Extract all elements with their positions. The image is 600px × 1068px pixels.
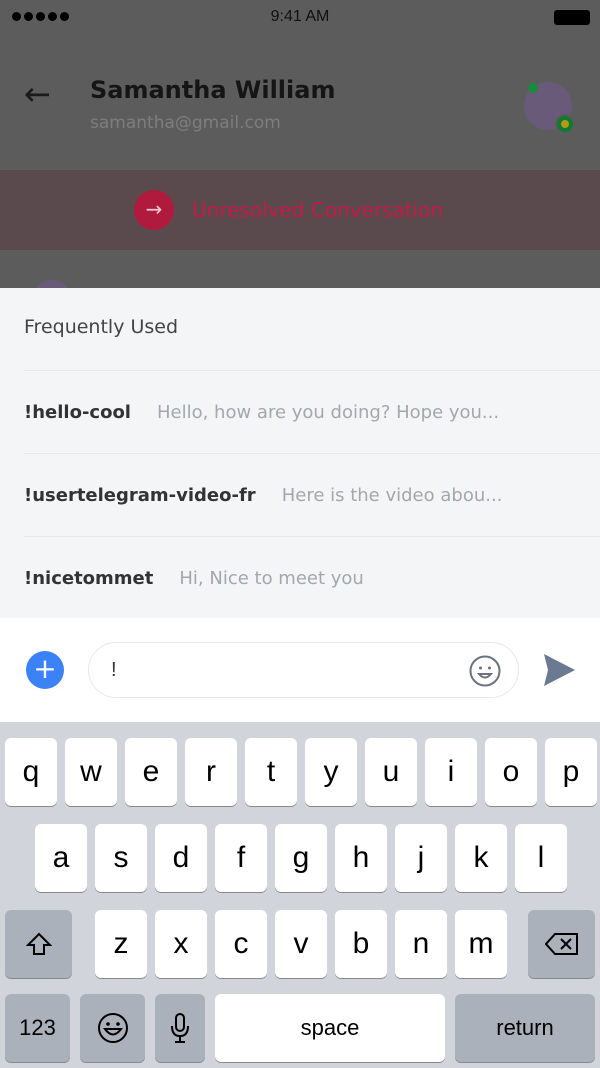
numbers-key[interactable]: 123 [5,994,70,1062]
key-z[interactable]: z [95,910,147,978]
battery-icon [554,10,590,25]
emoji-key[interactable] [80,994,145,1062]
key-g[interactable]: g [275,824,327,892]
contact-email: samantha@gmail.com [90,113,281,133]
key-r[interactable]: r [185,738,237,806]
shift-key[interactable] [5,910,72,978]
suggestion-item[interactable]: !hello-cool Hello, how are you doing? Hop… [24,371,584,454]
key-s[interactable]: s [95,824,147,892]
key-x[interactable]: x [155,910,207,978]
key-n[interactable]: n [395,910,447,978]
key-a[interactable]: a [35,824,87,892]
key-t[interactable]: t [245,738,297,806]
send-icon[interactable] [541,652,577,688]
suggestions-title: Frequently Used [24,316,179,338]
status-time: 9:41 AM [270,8,330,25]
key-w[interactable]: w [65,738,117,806]
space-key[interactable]: space [215,994,445,1062]
key-e[interactable]: e [125,738,177,806]
key-v[interactable]: v [275,910,327,978]
key-j[interactable]: j [395,824,447,892]
key-u[interactable]: u [365,738,417,806]
key-p[interactable]: p [545,738,597,806]
key-l[interactable]: l [515,824,567,892]
return-key[interactable]: return [455,994,595,1062]
key-f[interactable]: f [215,824,267,892]
key-y[interactable]: y [305,738,357,806]
brazil-flag-icon [555,114,575,134]
key-b[interactable]: b [335,910,387,978]
delete-key[interactable] [528,910,595,978]
suggestion-text: Hi, Nice to meet you [179,568,364,589]
emoji-icon[interactable] [469,655,501,687]
unresolved-label: Unresolved Conversation [192,198,444,222]
shift-icon [25,932,52,955]
back-arrow-icon[interactable]: ← [24,78,51,110]
microphone-icon [171,1013,189,1043]
suggestion-command: !nicetommet [24,568,154,589]
key-i[interactable]: i [425,738,477,806]
message-input[interactable]: ! [88,642,519,698]
keyboard: q w e r t y u i o p a s d f g h j k l z x c v b n m 123 space return [0,722,600,1068]
key-m[interactable]: m [455,910,507,978]
add-attachment-button[interactable]: + [26,651,64,689]
suggestion-item[interactable]: !usertelegram-video-fr Here is the video … [24,454,584,537]
suggestion-item[interactable]: !nicetommet Hi, Nice to meet you [24,537,584,620]
key-h[interactable]: h [335,824,387,892]
contact-name: Samantha William [90,76,336,104]
suggestion-text: Here is the video abou... [281,485,503,506]
status-bar: 9:41 AM [0,0,600,36]
suggestion-text: Hello, how are you doing? Hope you... [156,402,500,423]
arrow-right-icon: → [134,190,174,230]
key-q[interactable]: q [5,738,57,806]
emoji-icon [97,1013,128,1043]
suggestion-command: !hello-cool [24,402,131,423]
key-d[interactable]: d [155,824,207,892]
backspace-icon [544,933,578,955]
online-indicator [528,83,538,93]
dictation-key[interactable] [155,994,205,1062]
suggestion-command: !usertelegram-video-fr [24,485,256,506]
key-k[interactable]: k [455,824,507,892]
key-o[interactable]: o [485,738,537,806]
key-c[interactable]: c [215,910,267,978]
